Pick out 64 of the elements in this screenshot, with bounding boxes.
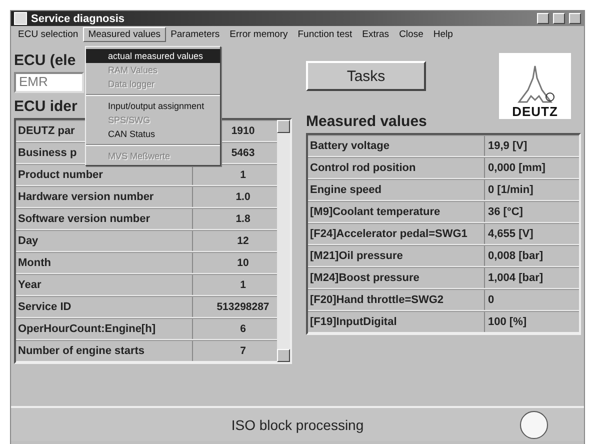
tasks-button[interactable]: Tasks	[306, 61, 426, 91]
parameter-name: Battery voltage	[308, 136, 485, 156]
parameter-value: 513298287	[216, 300, 270, 315]
close-button[interactable]	[569, 13, 581, 24]
parameter-value: 1.0	[234, 190, 252, 205]
parameter-name: Day	[16, 231, 193, 251]
section-label: Measured values	[306, 113, 427, 130]
app-icon	[14, 12, 27, 25]
menu-item[interactable]: Extras	[357, 27, 394, 42]
parameter-value: 7	[239, 344, 247, 359]
tower-logo-icon	[515, 64, 555, 104]
parameter-value: 19,9 [V]	[487, 139, 528, 154]
parameter-value: 0	[487, 293, 496, 308]
menu-item[interactable]: Help	[428, 27, 458, 42]
window-title: Service diagnosis	[31, 12, 126, 24]
parameter-name: Service ID	[16, 297, 193, 317]
menu-item[interactable]: Parameters	[166, 27, 225, 42]
parameter-value: 36 [°C]	[487, 205, 524, 220]
menu-item[interactable]: Measured values	[83, 27, 166, 42]
parameter-name: [F24]Accelerator pedal=SWG1	[308, 224, 485, 244]
parameter-name: [F19]InputDigital	[308, 312, 485, 332]
parameter-name: Hardware version number	[16, 187, 193, 207]
parameter-name: [M21]Oil pressure	[308, 246, 485, 266]
parameter-value: 0,000 [mm]	[487, 161, 546, 176]
parameter-name: [M9]Coolant temperature	[308, 202, 485, 222]
parameter-value: 1	[239, 278, 247, 293]
logo-text: DEUTZ	[512, 104, 558, 119]
status-lamp-icon	[520, 410, 548, 438]
scrollbar[interactable]	[277, 120, 290, 362]
menu-item[interactable]: ECU selection	[13, 27, 84, 42]
ecu-field[interactable]: EMR	[14, 72, 84, 93]
menu-option[interactable]: actual measured values	[86, 49, 220, 63]
parameter-name: [M24]Boost pressure	[308, 268, 485, 288]
parameter-value: 1	[239, 168, 247, 183]
parameter-value: 0 [1/min]	[487, 183, 534, 198]
section-label: ECU ider	[14, 98, 78, 115]
parameter-name: [F20]Hand throttle=SWG2	[308, 290, 485, 310]
parameter-value: 10	[236, 256, 250, 271]
parameter-value: 12	[236, 234, 250, 249]
parameter-name: Engine speed	[308, 180, 485, 200]
scroll-down-button[interactable]	[277, 349, 290, 362]
parameter-name: Software version number	[16, 209, 193, 229]
parameter-value: 0,008 [bar]	[487, 249, 544, 264]
menu-item[interactable]: Error memory	[224, 27, 293, 42]
maximize-button[interactable]	[553, 13, 565, 24]
parameter-value: 6	[239, 322, 247, 337]
scroll-up-button[interactable]	[277, 120, 290, 133]
parameter-value: 4,655 [V]	[487, 227, 534, 242]
parameter-name: Month	[16, 253, 193, 273]
status-text: ISO block processing	[231, 416, 364, 432]
parameter-value: 100 [%]	[487, 315, 528, 330]
menu-item[interactable]: Function test	[292, 27, 358, 42]
menu-option[interactable]: Input/output assignment	[86, 99, 220, 113]
section-label: ECU (ele	[14, 52, 76, 69]
parameter-value: 1910	[230, 124, 256, 139]
menu-item[interactable]: Close	[394, 27, 428, 42]
parameter-value: 1,004 [bar]	[487, 271, 544, 286]
parameter-value: 1.8	[234, 212, 252, 227]
parameter-value: 5463	[230, 146, 256, 161]
parameter-name: Number of engine starts	[16, 341, 193, 361]
parameter-name: Control rod position	[308, 158, 485, 178]
parameter-name: OperHourCount:Engine[h]	[16, 319, 193, 339]
minimize-button[interactable]	[537, 13, 549, 24]
parameter-name: Year	[16, 275, 193, 295]
